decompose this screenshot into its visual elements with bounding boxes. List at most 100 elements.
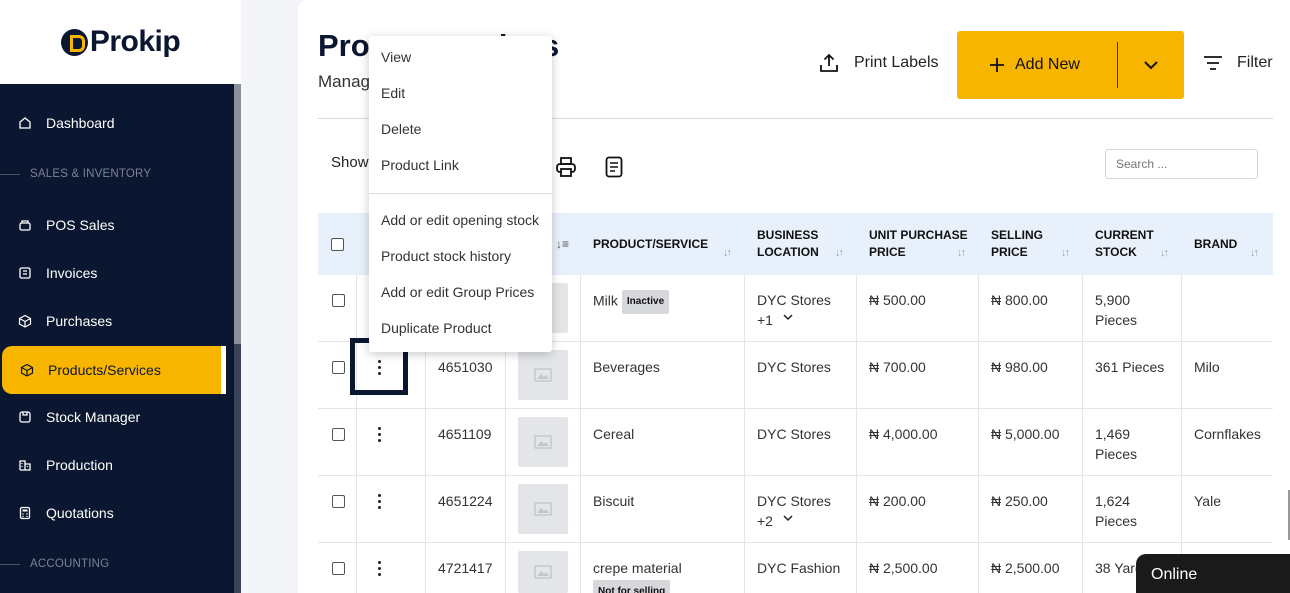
table-row[interactable]: 4721417 crepe material Not for selling DY… bbox=[318, 543, 1273, 593]
section-label: SALES & INVENTORY bbox=[30, 168, 152, 180]
sort-icon[interactable]: ↓↑ bbox=[1061, 247, 1070, 259]
show-entries-label: Show bbox=[331, 154, 369, 171]
status-badge: Not for selling bbox=[593, 580, 671, 593]
location-extra[interactable]: +2 bbox=[757, 513, 773, 529]
product-thumbnail bbox=[518, 551, 568, 593]
image-placeholder-icon bbox=[534, 368, 552, 382]
sidebar-item-label: Invoices bbox=[46, 265, 98, 281]
sidebar-item-purchases[interactable]: Purchases bbox=[0, 297, 225, 345]
sidebar-item-invoices[interactable]: Invoices bbox=[0, 249, 225, 297]
current-stock: 5,900 Pieces bbox=[1095, 292, 1138, 328]
current-stock: 361 Pieces bbox=[1095, 359, 1165, 375]
menu-item-delete[interactable]: Delete bbox=[381, 121, 421, 137]
sort-icon[interactable]: ↓↑ bbox=[957, 247, 966, 259]
print-labels-button[interactable]: Print Labels bbox=[818, 52, 939, 74]
logo[interactable]: Prokip bbox=[60, 25, 181, 59]
table-row[interactable]: 4651109 Cereal DYC Stores ₦ 4,000.00 ₦ 5… bbox=[318, 409, 1273, 476]
add-new-dropdown-toggle[interactable] bbox=[1118, 60, 1184, 70]
product-sku: 4651030 bbox=[438, 359, 493, 375]
business-location: DYC Stores +2 bbox=[757, 493, 831, 529]
box-icon bbox=[18, 314, 32, 328]
print-table-button[interactable] bbox=[555, 156, 577, 183]
calculator-icon bbox=[19, 506, 31, 520]
page-subtitle: Manag bbox=[318, 72, 370, 91]
business-location: DYC Fashion bbox=[757, 560, 841, 576]
section-label: ACCOUNTING bbox=[30, 558, 110, 570]
image-placeholder-icon bbox=[534, 502, 552, 516]
add-new-label: Add New bbox=[1015, 56, 1080, 73]
sort-icon[interactable]: ↓↑ bbox=[723, 247, 732, 259]
sidebar-item-dashboard[interactable]: Dashboard bbox=[0, 99, 225, 147]
brand: Cornflakes bbox=[1194, 426, 1261, 442]
row-checkbox[interactable] bbox=[332, 495, 345, 508]
header-product[interactable]: PRODUCT/SERVICE bbox=[593, 213, 708, 275]
upload-icon bbox=[820, 53, 838, 72]
chevron-down-icon[interactable] bbox=[783, 515, 793, 522]
sort-icon-col[interactable]: ↓≡ bbox=[556, 213, 569, 275]
add-new-button[interactable]: Add New bbox=[957, 56, 1117, 74]
sidebar-item-pos-sales[interactable]: POS Sales bbox=[0, 201, 225, 249]
chevron-down-icon[interactable] bbox=[783, 314, 793, 321]
product-name: Biscuit bbox=[593, 493, 635, 509]
row-checkbox[interactable] bbox=[332, 562, 345, 575]
menu-item-group-prices[interactable]: Add or edit Group Prices bbox=[381, 284, 534, 300]
sidebar-scrollbar[interactable] bbox=[234, 84, 241, 593]
menu-item-edit[interactable]: Edit bbox=[381, 85, 405, 101]
basket-icon bbox=[19, 220, 31, 231]
sidebar-item-production[interactable]: Production bbox=[0, 441, 225, 489]
brand: Yale bbox=[1194, 493, 1221, 509]
select-all-checkbox-cell bbox=[331, 213, 344, 275]
unit-purchase-price: ₦ 4,000.00 bbox=[869, 426, 938, 442]
select-all-checkbox[interactable] bbox=[331, 237, 344, 251]
header-location[interactable]: BUSINESS LOCATION bbox=[757, 213, 819, 275]
sidebar-section-accounting: ACCOUNTING bbox=[0, 558, 109, 570]
menu-item-view[interactable]: View bbox=[381, 49, 411, 65]
location-extra[interactable]: +1 bbox=[757, 312, 773, 328]
logo-area: Prokip bbox=[0, 0, 241, 84]
sort-icon[interactable]: ↓↑ bbox=[1250, 247, 1259, 259]
invoice-icon bbox=[19, 267, 31, 279]
row-checkbox[interactable] bbox=[332, 361, 345, 374]
row-actions-kebab-icon[interactable] bbox=[375, 494, 383, 512]
sidebar-section-sales: SALES & INVENTORY bbox=[0, 168, 151, 180]
product-name: Beverages bbox=[593, 359, 660, 375]
product-sku: 4721417 bbox=[438, 560, 493, 576]
row-checkbox[interactable] bbox=[332, 428, 345, 441]
header-unit-purchase-price[interactable]: UNIT PURCHASE PRICE bbox=[869, 213, 968, 275]
product-thumbnail bbox=[518, 484, 568, 534]
stock-icon bbox=[19, 411, 31, 423]
product-sku: 4651109 bbox=[438, 426, 492, 442]
sort-icon[interactable]: ↓↑ bbox=[1160, 247, 1169, 259]
table-row[interactable]: 4651224 Biscuit DYC Stores +2 ₦ 200.00 ₦ … bbox=[318, 476, 1273, 543]
menu-item-opening-stock[interactable]: Add or edit opening stock bbox=[381, 212, 539, 228]
header-brand[interactable]: BRAND bbox=[1194, 213, 1237, 275]
row-checkbox[interactable] bbox=[332, 294, 345, 307]
header-selling-price[interactable]: SELLING PRICE bbox=[991, 213, 1043, 275]
filter-button[interactable]: Filter bbox=[1203, 54, 1273, 72]
search-input[interactable] bbox=[1105, 149, 1258, 179]
sidebar-scrollbar-thumb[interactable] bbox=[234, 84, 241, 344]
chevron-down-icon bbox=[1144, 61, 1158, 70]
image-placeholder-icon bbox=[534, 565, 552, 579]
business-location: DYC Stores bbox=[757, 426, 831, 442]
business-location: DYC Stores bbox=[757, 359, 831, 375]
menu-item-product-link[interactable]: Product Link bbox=[381, 157, 459, 173]
menu-divider bbox=[369, 193, 552, 194]
header-current-stock[interactable]: CURRENT STOCK bbox=[1095, 213, 1154, 275]
menu-item-duplicate-product[interactable]: Duplicate Product bbox=[381, 320, 492, 336]
menu-item-stock-history[interactable]: Product stock history bbox=[381, 248, 511, 264]
current-stock: 1,469 Pieces bbox=[1095, 426, 1138, 462]
online-status-badge[interactable]: Online bbox=[1136, 554, 1290, 593]
sidebar: Prokip Dashboard SALES & INVENTORY POS S… bbox=[0, 0, 241, 593]
product-name: crepe material Not for selling bbox=[593, 558, 682, 593]
row-actions-kebab-icon[interactable] bbox=[375, 427, 383, 445]
sidebar-item-quotations[interactable]: Quotations bbox=[0, 489, 225, 537]
selling-price: ₦ 250.00 bbox=[991, 493, 1048, 509]
sidebar-item-stock-manager[interactable]: Stock Manager bbox=[0, 393, 225, 441]
sort-icon[interactable]: ↓↑ bbox=[835, 247, 844, 259]
table-row[interactable]: 4651030 Beverages DYC Stores ₦ 700.00 ₦ … bbox=[318, 342, 1273, 409]
row-actions-kebab-icon[interactable] bbox=[375, 561, 383, 579]
sidebar-item-products-services[interactable]: Products/Services bbox=[2, 346, 226, 394]
export-document-button[interactable] bbox=[605, 156, 623, 183]
sidebar-item-label: Stock Manager bbox=[46, 409, 141, 425]
